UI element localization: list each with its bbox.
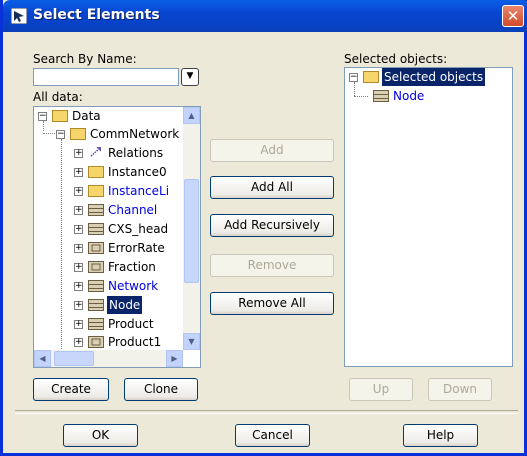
close-button[interactable]: ✕ xyxy=(502,5,524,27)
folder-icon xyxy=(88,185,104,197)
valuetype-icon xyxy=(88,261,104,273)
scroll-right-icon[interactable]: ▶ xyxy=(166,350,183,367)
expand-icon[interactable]: + xyxy=(74,320,83,329)
expand-icon[interactable]: + xyxy=(74,301,83,310)
collapse-icon[interactable]: − xyxy=(56,130,65,139)
folder-icon xyxy=(363,71,379,83)
scroll-up-icon[interactable]: ▲ xyxy=(183,107,200,124)
scroll-down-icon[interactable]: ▼ xyxy=(183,333,200,350)
help-button[interactable]: Help xyxy=(403,424,478,447)
relation-icon xyxy=(90,147,101,157)
expand-icon[interactable]: + xyxy=(74,225,83,234)
block-icon xyxy=(88,223,104,235)
folder-icon xyxy=(70,128,86,140)
clone-button[interactable]: Clone xyxy=(124,378,198,401)
separator xyxy=(15,410,518,414)
tree-item-label: InstanceLi xyxy=(108,184,170,198)
collapse-icon[interactable]: − xyxy=(349,73,358,82)
scrollbar-thumb[interactable] xyxy=(184,179,199,283)
expand-icon[interactable]: + xyxy=(74,168,83,177)
tree-item-label: Node xyxy=(107,296,143,314)
valuetype-icon xyxy=(88,242,104,254)
block-icon xyxy=(88,299,104,311)
ok-button[interactable]: OK xyxy=(63,424,138,447)
block-icon xyxy=(373,90,389,102)
valuetype-icon xyxy=(88,336,104,348)
tree-item-label: Network xyxy=(108,279,159,293)
selected-objects-tree[interactable]: − Selected objects Node xyxy=(344,67,513,367)
expand-icon[interactable]: + xyxy=(74,206,83,215)
all-data-tree[interactable]: − Data − CommNetwork + Relations + Insta… xyxy=(33,106,201,368)
expand-icon[interactable]: + xyxy=(74,282,83,291)
package-icon xyxy=(52,110,68,122)
cancel-button[interactable]: Cancel xyxy=(235,424,310,447)
tree-item-label: Product1 xyxy=(108,335,162,349)
all-data-label: All data: xyxy=(33,90,83,104)
block-icon xyxy=(88,280,104,292)
add-all-button[interactable]: Add All xyxy=(210,176,334,199)
tree-item-label: Relations xyxy=(108,146,164,160)
expand-icon[interactable]: + xyxy=(74,338,83,347)
tree-item-label: ErrorRate xyxy=(108,241,165,255)
block-icon xyxy=(88,204,104,216)
tree-item-label: Data xyxy=(72,109,101,123)
title-bar[interactable]: Select Elements ✕ xyxy=(3,0,527,32)
folder-icon xyxy=(88,166,104,178)
remove-all-button[interactable]: Remove All xyxy=(210,292,334,315)
chevron-down-icon[interactable]: ▼ xyxy=(181,68,199,86)
expand-icon[interactable]: + xyxy=(74,187,83,196)
tree-item-label: CXS_head xyxy=(108,222,169,236)
selected-objects-label: Selected objects: xyxy=(344,52,448,66)
remove-button[interactable]: Remove xyxy=(210,254,334,277)
tree-item-label: CommNetwork xyxy=(90,127,180,141)
create-button[interactable]: Create xyxy=(33,378,109,401)
collapse-icon[interactable]: − xyxy=(38,112,47,121)
block-icon xyxy=(88,318,104,330)
vertical-scrollbar[interactable]: ▲ ▼ xyxy=(183,107,200,350)
expand-icon[interactable]: + xyxy=(74,244,83,253)
dialog-title: Select Elements xyxy=(33,7,160,23)
search-input[interactable] xyxy=(33,68,179,86)
tree-item-label: Selected objects xyxy=(382,68,486,86)
expand-icon[interactable]: + xyxy=(74,149,83,158)
down-button[interactable]: Down xyxy=(428,378,492,401)
tree-item-label: Channel xyxy=(108,203,158,217)
up-button[interactable]: Up xyxy=(349,378,413,401)
select-elements-icon xyxy=(11,8,27,24)
add-recursively-button[interactable]: Add Recursively xyxy=(210,214,334,237)
tree-item-label: Instance0 xyxy=(108,165,167,179)
add-button[interactable]: Add xyxy=(210,139,334,162)
select-elements-dialog: Select Elements ✕ Search By Name: ▼ All … xyxy=(0,0,527,456)
expand-icon[interactable]: + xyxy=(74,263,83,272)
tree-item-label: Product xyxy=(108,317,154,331)
tree-item-label: Fraction xyxy=(108,260,156,274)
tree-item-label: Node xyxy=(393,89,425,103)
scroll-left-icon[interactable]: ◀ xyxy=(34,350,51,367)
search-label: Search By Name: xyxy=(33,52,137,66)
horizontal-scrollbar[interactable]: ◀ ▶ xyxy=(34,350,183,367)
scrollbar-thumb[interactable] xyxy=(54,351,94,366)
